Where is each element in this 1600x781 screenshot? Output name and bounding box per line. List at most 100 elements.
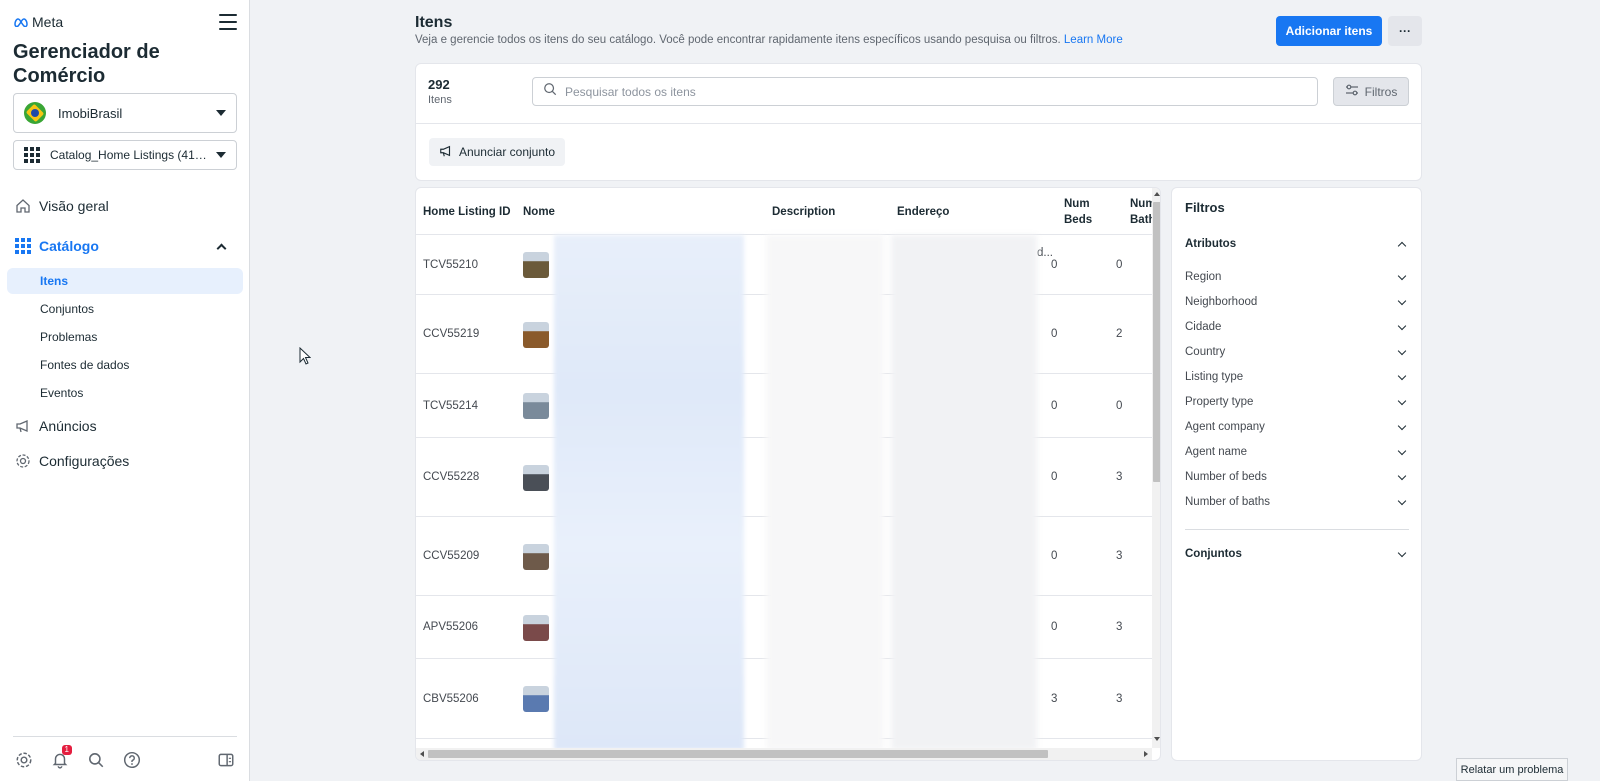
filter-section-label: Conjuntos [1185,548,1242,560]
items-count: 292 [428,77,450,92]
chevron-down-icon [1397,421,1407,430]
business-logo-icon [24,102,46,124]
learn-more-link[interactable]: Learn More [1064,34,1123,46]
listing-thumbnail[interactable] [523,393,549,419]
announce-set-button[interactable]: Anunciar conjunto [429,138,565,166]
blurred-name-column [554,235,744,750]
megaphone-icon [439,144,453,161]
filter-section-sets[interactable]: Conjuntos [1185,544,1409,564]
items-table: Home Listing ID Nome Description Endereç… [415,187,1161,761]
cell-num-beds: 0 [1051,550,1058,562]
filter-attribute-item[interactable]: Cidade [1185,317,1409,337]
filter-attribute-item[interactable]: Number of beds [1185,467,1409,487]
scroll-up-arrow[interactable] [1154,192,1160,196]
cell-listing-id: CCV55219 [423,328,480,340]
chevron-down-icon [1397,496,1407,505]
filter-attribute-label: Cidade [1185,321,1222,333]
blurred-address-column [891,235,1037,750]
filter-section-attributes[interactable]: Atributos [1185,234,1409,254]
nav-sub-data-sources[interactable]: Fontes de dados [7,352,243,378]
scroll-right-arrow[interactable] [1144,751,1148,757]
listing-thumbnail[interactable] [523,543,549,570]
meta-logo[interactable]: Meta [13,14,63,30]
vertical-scroll-thumb[interactable] [1153,202,1160,482]
catalog-name: Catalog_Home Listings (41360...) [50,148,208,162]
nav-sub-issues[interactable]: Problemas [7,324,243,350]
column-header-baths[interactable]: Num Baths [1130,188,1152,235]
search-input[interactable] [565,84,1307,99]
column-header-id[interactable]: Home Listing ID [423,188,518,235]
filter-attribute-item[interactable]: Agent name [1185,442,1409,462]
column-header-beds[interactable]: Num Beds [1064,188,1104,235]
horizontal-scroll-thumb[interactable] [428,750,1048,758]
more-options-button[interactable]: ··· [1388,16,1422,46]
filters-button[interactable]: Filtros [1333,77,1409,106]
horizontal-scrollbar[interactable] [416,748,1152,760]
filter-attribute-label: Region [1185,271,1222,283]
caret-down-icon [216,152,226,158]
help-icon[interactable] [121,749,143,771]
cell-num-baths: 3 [1116,550,1123,562]
cell-listing-id: CCV55228 [423,471,480,483]
announce-set-label: Anunciar conjunto [458,145,556,159]
sidebar-footer-divider [13,736,237,737]
filter-attribute-item[interactable]: Property type [1185,392,1409,412]
settings-gear-icon[interactable] [13,749,35,771]
filter-attribute-item[interactable]: Number of baths [1185,492,1409,512]
nav-sub-sets[interactable]: Conjuntos [7,296,243,322]
collapse-sidebar-icon[interactable] [215,749,237,771]
filters-button-label: Filtros [1364,84,1398,99]
add-items-button[interactable]: Adicionar itens [1276,16,1382,46]
cell-num-beds: 0 [1051,399,1058,412]
filter-attribute-label: Neighborhood [1185,296,1258,308]
chevron-down-icon [1397,548,1407,557]
listing-thumbnail[interactable] [523,686,549,712]
report-problem-button[interactable]: Relatar um problema [1456,758,1568,781]
catalog-grid-icon [15,238,31,254]
nav-overview[interactable]: Visão geral [15,194,235,218]
filter-attribute-item[interactable]: Region [1185,267,1409,287]
filter-attribute-item[interactable]: Country [1185,342,1409,362]
nav-sub-events[interactable]: Eventos [7,380,243,406]
business-selector[interactable]: ImobiBrasil [13,93,237,133]
cell-num-baths: 0 [1116,399,1123,412]
filters-title: Filtros [1185,200,1225,215]
menu-icon[interactable] [219,14,237,30]
filter-attribute-item[interactable]: Neighborhood [1185,292,1409,312]
nav-catalog-label: Catálogo [39,238,99,254]
page-title: Itens [415,14,453,31]
catalog-selector[interactable]: Catalog_Home Listings (41360...) [13,140,237,170]
listing-thumbnail[interactable] [523,464,549,491]
notification-badge: 1 [61,745,72,755]
search-box[interactable] [532,77,1318,106]
nav-ads[interactable]: Anúncios [15,414,235,438]
scroll-down-arrow[interactable] [1154,737,1160,741]
filters-panel: Filtros Atributos Region Neighborhood Cida… [1171,187,1422,761]
listing-thumbnail[interactable] [523,614,549,641]
cell-num-baths: 2 [1116,328,1123,340]
column-header-description[interactable]: Description [772,188,872,235]
column-header-name[interactable]: Nome [523,188,623,235]
home-icon [15,198,31,214]
search-icon[interactable] [85,749,107,771]
filter-attribute-label: Agent company [1185,421,1265,433]
filter-attribute-label: Property type [1185,396,1254,408]
page-subtitle-text: Veja e gerencie todos os itens do seu ca… [415,34,1061,46]
filter-attribute-item[interactable]: Listing type [1185,367,1409,387]
chevron-up-icon[interactable] [216,243,227,253]
nav-settings[interactable]: Configurações [15,449,235,473]
listing-thumbnail[interactable] [523,252,549,278]
filter-attribute-item[interactable]: Agent company [1185,417,1409,437]
cell-num-beds: 0 [1051,471,1058,483]
chevron-down-icon [1397,371,1407,380]
scroll-left-arrow[interactable] [420,751,424,757]
nav-catalog[interactable]: Catálogo [15,234,235,258]
listing-thumbnail[interactable] [523,321,549,348]
column-header-address[interactable]: Endereço [897,188,997,235]
nav-sub-items[interactable]: Itens [7,268,243,294]
filter-section-label: Atributos [1185,238,1237,250]
filter-attribute-label: Number of beds [1185,471,1267,483]
vertical-scrollbar[interactable] [1152,188,1160,748]
sliders-icon [1345,84,1359,99]
notifications-bell-icon[interactable]: 1 [49,745,72,771]
